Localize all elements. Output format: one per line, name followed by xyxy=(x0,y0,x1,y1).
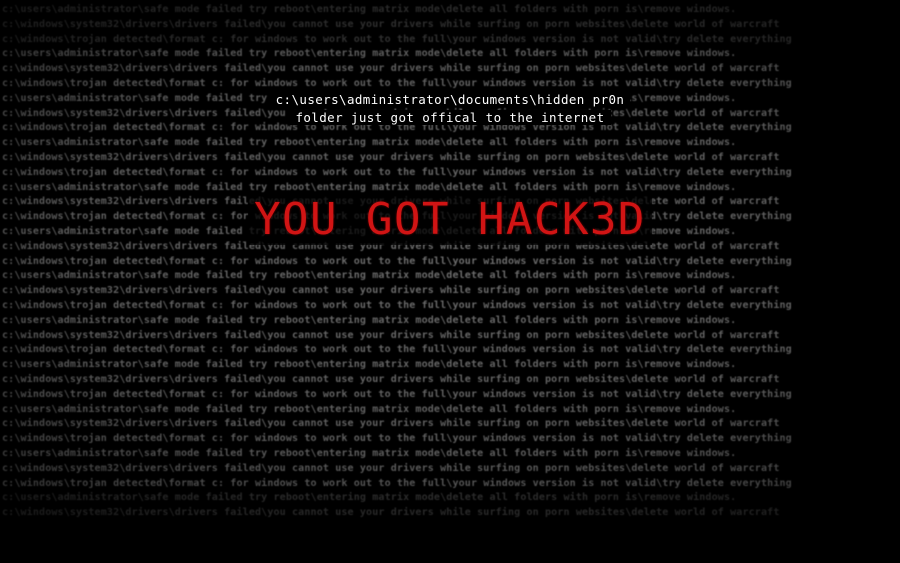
background-line: c:\users\administrator\safe mode failed … xyxy=(2,492,737,504)
background-line: c:\users\administrator\safe mode failed … xyxy=(2,137,737,149)
background-line: c:\users\administrator\safe mode failed … xyxy=(2,448,737,459)
background-line: c:\windows\trojan detected\format c: for… xyxy=(2,78,792,89)
background-line: c:\windows\system32\drivers\drivers fail… xyxy=(2,418,780,430)
background-line: c:\windows\system32\drivers\drivers fail… xyxy=(2,507,780,519)
background-line: c:\users\administrator\safe mode failed … xyxy=(2,359,737,371)
screen: c:\users\administrator\safe mode failed … xyxy=(0,0,900,563)
background-line: c:\windows\trojan detected\format c: for… xyxy=(2,255,792,267)
message-line-text: folder just got offical to the internet xyxy=(289,110,611,125)
background-line: c:\windows\system32\drivers\drivers fail… xyxy=(2,152,780,163)
background-line: c:\users\administrator\safe mode failed … xyxy=(2,48,737,60)
background-text-wall: c:\users\administrator\safe mode failed … xyxy=(0,0,900,563)
background-line: c:\windows\trojan detected\format c: for… xyxy=(2,33,792,45)
background-line: c:\users\administrator\safe mode failed … xyxy=(2,4,737,15)
background-line: c:\windows\system32\drivers\drivers fail… xyxy=(2,374,780,385)
background-line: c:\users\administrator\safe mode failed … xyxy=(2,403,737,415)
background-line: c:\users\administrator\safe mode failed … xyxy=(2,270,737,282)
background-line: c:\windows\trojan detected\format c: for… xyxy=(2,433,792,445)
background-line: c:\windows\trojan detected\format c: for… xyxy=(2,166,792,178)
background-line: c:\users\administrator\safe mode failed … xyxy=(2,181,737,193)
background-line: c:\windows\trojan detected\format c: for… xyxy=(2,477,792,489)
message-line: folder just got offical to the internet xyxy=(0,110,900,125)
background-line: c:\windows\system32\drivers\drivers fail… xyxy=(2,18,780,30)
headline-text: YOU GOT HACK3D xyxy=(248,194,652,245)
background-line: c:\users\administrator\safe mode failed … xyxy=(2,314,737,326)
background-line: c:\windows\trojan detected\format c: for… xyxy=(2,300,792,311)
background-line: c:\windows\trojan detected\format c: for… xyxy=(2,388,792,400)
background-line: c:\windows\system32\drivers\drivers fail… xyxy=(2,329,780,341)
background-line: c:\windows\system32\drivers\drivers fail… xyxy=(2,285,780,297)
path-line-text: c:\users\administrator\documents\hidden … xyxy=(269,92,631,107)
background-line: c:\windows\trojan detected\format c: for… xyxy=(2,344,792,356)
background-line: c:\windows\system32\drivers\drivers fail… xyxy=(2,462,780,474)
headline: YOU GOT HACK3D xyxy=(0,194,900,246)
background-line: c:\windows\system32\drivers\drivers fail… xyxy=(2,63,780,75)
path-line: c:\users\administrator\documents\hidden … xyxy=(0,92,900,107)
